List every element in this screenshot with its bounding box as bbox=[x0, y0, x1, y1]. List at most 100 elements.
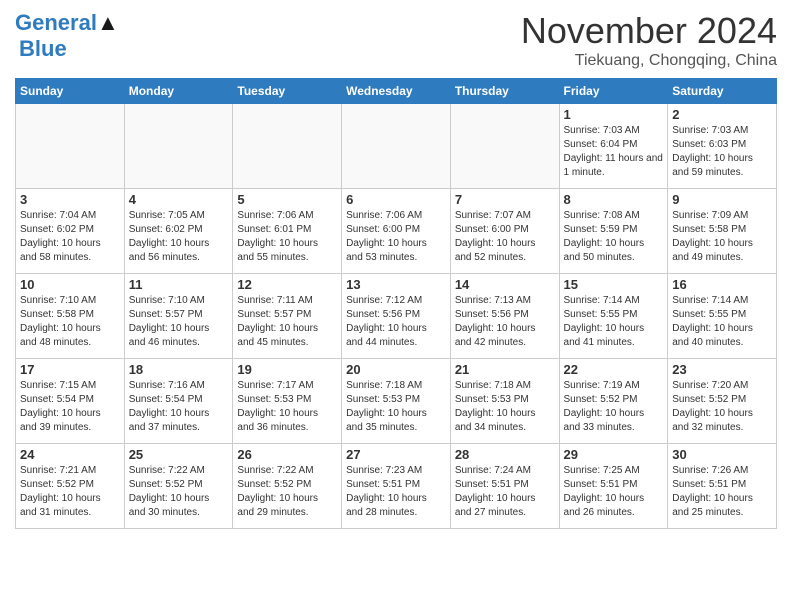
day-info: Sunrise: 7:23 AMSunset: 5:51 PMDaylight:… bbox=[346, 464, 446, 520]
page: General▲ Blue November 2024 Tiekuang, Ch… bbox=[0, 0, 792, 539]
day-cell: 19Sunrise: 7:17 AMSunset: 5:53 PMDayligh… bbox=[233, 359, 342, 444]
day-cell: 11 Sunrise: 7:10 AMSunset: 5:57 PMDayligh… bbox=[124, 274, 233, 359]
day-cell: 18 Sunrise: 7:16 AMSunset: 5:54 PMDayligh… bbox=[124, 359, 233, 444]
day-cell: 29 Sunrise: 7:25 AMSunset: 5:51 PMDayligh… bbox=[559, 444, 668, 529]
day-cell: 21Sunrise: 7:18 AMSunset: 5:53 PMDayligh… bbox=[450, 359, 559, 444]
day-info: Sunrise: 7:04 AMSunset: 6:02 PMDaylight:… bbox=[20, 209, 120, 265]
day-info: Sunrise: 7:08 AMSunset: 5:59 PMDaylight:… bbox=[564, 209, 664, 265]
day-cell: 1Sunrise: 7:03 AMSunset: 6:04 PMDaylight… bbox=[559, 104, 668, 189]
col-header-monday: Monday bbox=[124, 79, 233, 104]
day-cell: 12Sunrise: 7:11 AMSunset: 5:57 PMDayligh… bbox=[233, 274, 342, 359]
day-cell: 6Sunrise: 7:06 AMSunset: 6:00 PMDaylight… bbox=[342, 189, 451, 274]
day-info: Sunrise: 7:17 AMSunset: 5:53 PMDaylight:… bbox=[237, 379, 337, 435]
day-cell: 20 Sunrise: 7:18 AMSunset: 5:53 PMDayligh… bbox=[342, 359, 451, 444]
col-header-thursday: Thursday bbox=[450, 79, 559, 104]
day-number: 13 bbox=[346, 277, 446, 292]
col-header-friday: Friday bbox=[559, 79, 668, 104]
day-cell bbox=[233, 104, 342, 189]
day-info: Sunrise: 7:25 AMSunset: 5:51 PMDaylight:… bbox=[564, 464, 664, 520]
day-number: 26 bbox=[237, 447, 337, 462]
week-row-4: 17 Sunrise: 7:15 AMSunset: 5:54 PMDayligh… bbox=[16, 359, 777, 444]
day-cell: 22 Sunrise: 7:19 AMSunset: 5:52 PMDayligh… bbox=[559, 359, 668, 444]
day-number: 8 bbox=[564, 192, 664, 207]
day-info: Sunrise: 7:11 AMSunset: 5:57 PMDaylight:… bbox=[237, 294, 337, 350]
day-info: Sunrise: 7:06 AMSunset: 6:01 PMDaylight:… bbox=[237, 209, 337, 265]
day-number: 17 bbox=[20, 362, 120, 377]
logo: General▲ Blue bbox=[15, 10, 119, 62]
day-info: Sunrise: 7:14 AMSunset: 5:55 PMDaylight:… bbox=[564, 294, 664, 350]
day-cell: 13 Sunrise: 7:12 AMSunset: 5:56 PMDayligh… bbox=[342, 274, 451, 359]
day-cell: 15 Sunrise: 7:14 AMSunset: 5:55 PMDayligh… bbox=[559, 274, 668, 359]
header-row: SundayMondayTuesdayWednesdayThursdayFrid… bbox=[16, 79, 777, 104]
day-number: 2 bbox=[672, 107, 772, 122]
day-cell: 10 Sunrise: 7:10 AMSunset: 5:58 PMDayligh… bbox=[16, 274, 125, 359]
header: General▲ Blue November 2024 Tiekuang, Ch… bbox=[15, 10, 777, 70]
day-number: 27 bbox=[346, 447, 446, 462]
day-info: Sunrise: 7:13 AMSunset: 5:56 PMDaylight:… bbox=[455, 294, 555, 350]
day-number: 22 bbox=[564, 362, 664, 377]
day-cell: 4Sunrise: 7:05 AMSunset: 6:02 PMDaylight… bbox=[124, 189, 233, 274]
day-cell: 3 Sunrise: 7:04 AMSunset: 6:02 PMDaylight… bbox=[16, 189, 125, 274]
day-number: 6 bbox=[346, 192, 446, 207]
day-info: Sunrise: 7:15 AMSunset: 5:54 PMDaylight:… bbox=[20, 379, 120, 435]
col-header-tuesday: Tuesday bbox=[233, 79, 342, 104]
day-number: 23 bbox=[672, 362, 772, 377]
day-info: Sunrise: 7:09 AMSunset: 5:58 PMDaylight:… bbox=[672, 209, 772, 265]
day-cell: 28 Sunrise: 7:24 AMSunset: 5:51 PMDayligh… bbox=[450, 444, 559, 529]
day-number: 10 bbox=[20, 277, 120, 292]
location: Tiekuang, Chongqing, China bbox=[521, 52, 777, 70]
day-info: Sunrise: 7:10 AMSunset: 5:58 PMDaylight:… bbox=[20, 294, 120, 350]
day-cell: 8 Sunrise: 7:08 AMSunset: 5:59 PMDaylight… bbox=[559, 189, 668, 274]
day-number: 7 bbox=[455, 192, 555, 207]
day-number: 18 bbox=[129, 362, 229, 377]
col-header-sunday: Sunday bbox=[16, 79, 125, 104]
day-info: Sunrise: 7:21 AMSunset: 5:52 PMDaylight:… bbox=[20, 464, 120, 520]
day-cell bbox=[124, 104, 233, 189]
day-info: Sunrise: 7:18 AMSunset: 5:53 PMDaylight:… bbox=[455, 379, 555, 435]
day-info: Sunrise: 7:19 AMSunset: 5:52 PMDaylight:… bbox=[564, 379, 664, 435]
day-info: Sunrise: 7:22 AMSunset: 5:52 PMDaylight:… bbox=[237, 464, 337, 520]
day-number: 3 bbox=[20, 192, 120, 207]
day-info: Sunrise: 7:24 AMSunset: 5:51 PMDaylight:… bbox=[455, 464, 555, 520]
col-header-wednesday: Wednesday bbox=[342, 79, 451, 104]
day-cell: 16Sunrise: 7:14 AMSunset: 5:55 PMDayligh… bbox=[668, 274, 777, 359]
day-number: 25 bbox=[129, 447, 229, 462]
day-number: 14 bbox=[455, 277, 555, 292]
calendar-table: SundayMondayTuesdayWednesdayThursdayFrid… bbox=[15, 78, 777, 529]
day-cell: 9 Sunrise: 7:09 AMSunset: 5:58 PMDaylight… bbox=[668, 189, 777, 274]
day-number: 5 bbox=[237, 192, 337, 207]
week-row-3: 10 Sunrise: 7:10 AMSunset: 5:58 PMDayligh… bbox=[16, 274, 777, 359]
day-cell bbox=[16, 104, 125, 189]
day-info: Sunrise: 7:26 AMSunset: 5:51 PMDaylight:… bbox=[672, 464, 772, 520]
day-cell: 26 Sunrise: 7:22 AMSunset: 5:52 PMDayligh… bbox=[233, 444, 342, 529]
day-number: 20 bbox=[346, 362, 446, 377]
day-cell bbox=[450, 104, 559, 189]
day-cell: 7 Sunrise: 7:07 AMSunset: 6:00 PMDaylight… bbox=[450, 189, 559, 274]
logo-text: General▲ bbox=[15, 10, 119, 36]
day-number: 9 bbox=[672, 192, 772, 207]
day-cell: 27 Sunrise: 7:23 AMSunset: 5:51 PMDayligh… bbox=[342, 444, 451, 529]
day-number: 29 bbox=[564, 447, 664, 462]
day-info: Sunrise: 7:18 AMSunset: 5:53 PMDaylight:… bbox=[346, 379, 446, 435]
title-block: November 2024 Tiekuang, Chongqing, China bbox=[521, 10, 777, 70]
week-row-2: 3 Sunrise: 7:04 AMSunset: 6:02 PMDaylight… bbox=[16, 189, 777, 274]
day-number: 1 bbox=[564, 107, 664, 122]
day-cell: 14 Sunrise: 7:13 AMSunset: 5:56 PMDayligh… bbox=[450, 274, 559, 359]
day-number: 16 bbox=[672, 277, 772, 292]
day-info: Sunrise: 7:22 AMSunset: 5:52 PMDaylight:… bbox=[129, 464, 229, 520]
day-cell: 23 Sunrise: 7:20 AMSunset: 5:52 PMDayligh… bbox=[668, 359, 777, 444]
day-info: Sunrise: 7:03 AMSunset: 6:03 PMDaylight:… bbox=[672, 124, 772, 180]
day-number: 15 bbox=[564, 277, 664, 292]
day-info: Sunrise: 7:07 AMSunset: 6:00 PMDaylight:… bbox=[455, 209, 555, 265]
day-number: 28 bbox=[455, 447, 555, 462]
day-cell: 17 Sunrise: 7:15 AMSunset: 5:54 PMDayligh… bbox=[16, 359, 125, 444]
day-cell: 5 Sunrise: 7:06 AMSunset: 6:01 PMDaylight… bbox=[233, 189, 342, 274]
day-cell bbox=[342, 104, 451, 189]
day-info: Sunrise: 7:20 AMSunset: 5:52 PMDaylight:… bbox=[672, 379, 772, 435]
day-info: Sunrise: 7:16 AMSunset: 5:54 PMDaylight:… bbox=[129, 379, 229, 435]
day-number: 24 bbox=[20, 447, 120, 462]
day-number: 11 bbox=[129, 277, 229, 292]
day-info: Sunrise: 7:12 AMSunset: 5:56 PMDaylight:… bbox=[346, 294, 446, 350]
day-info: Sunrise: 7:10 AMSunset: 5:57 PMDaylight:… bbox=[129, 294, 229, 350]
week-row-1: 1Sunrise: 7:03 AMSunset: 6:04 PMDaylight… bbox=[16, 104, 777, 189]
